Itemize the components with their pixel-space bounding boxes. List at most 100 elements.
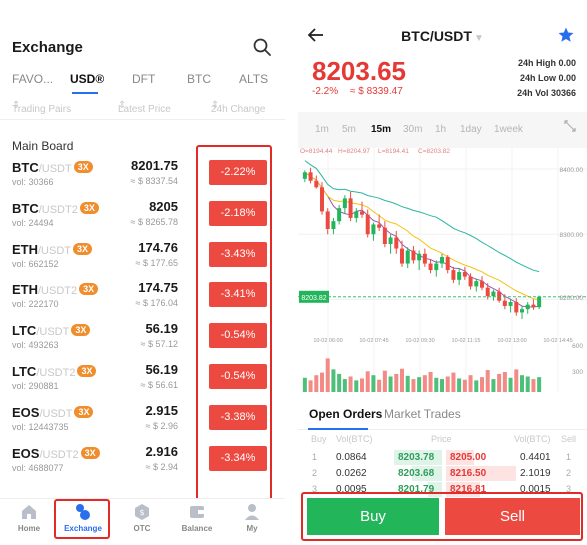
sort-latest-price[interactable]: Latest Price ⇕: [118, 100, 171, 115]
bottom-navigation: Home Exchange $ OTC Balance My: [0, 498, 285, 545]
volume-bar: [337, 373, 342, 392]
tf-1week[interactable]: 1week: [494, 124, 523, 135]
volume-bar: [480, 377, 484, 392]
tf-1day[interactable]: 1day: [460, 124, 482, 135]
volume-bar: [462, 379, 467, 392]
y-axis-label: 8200.00: [560, 295, 584, 302]
candle-body: [451, 270, 456, 280]
y-axis-label: 8300.00: [560, 232, 584, 239]
candle-body: [382, 227, 387, 244]
tf-30m[interactable]: 30m: [403, 124, 422, 135]
candle-body: [348, 198, 353, 218]
candle-body: [405, 250, 410, 264]
latest-price: 56.19: [145, 321, 178, 337]
candle-body: [474, 281, 479, 287]
latest-price: 2.915: [145, 402, 178, 418]
volume-bar: [525, 376, 530, 392]
leverage-badge: 3X: [80, 446, 100, 459]
tab-usd[interactable]: USD®: [70, 72, 104, 86]
x-axis-label: 10-02 09:30: [405, 338, 434, 344]
candle-body: [360, 211, 364, 215]
candle-body: [531, 304, 536, 308]
volume-bar: [411, 379, 416, 392]
pair-name: ETH/USDT2 3X: [12, 282, 99, 297]
volume-bar: [314, 375, 319, 392]
exchange-nav-highlight: [54, 499, 110, 539]
candle-body: [331, 221, 336, 230]
candle-body: [400, 248, 404, 264]
nav-my[interactable]: My: [227, 503, 277, 533]
sort-24h-change[interactable]: 24h Change ⇕: [211, 100, 266, 115]
latest-price: 174.75: [138, 280, 178, 296]
latest-price: 174.76: [138, 239, 178, 255]
candle-body: [411, 250, 416, 261]
tab-favorites[interactable]: FAVO...: [12, 72, 53, 86]
volume-bar: [360, 378, 364, 392]
latest-price: 2.916: [145, 443, 178, 459]
last-price: 8203.65: [312, 56, 406, 86]
candle-body: [314, 180, 319, 188]
section-title: Main Board: [12, 139, 74, 153]
volume-bar: [445, 376, 450, 392]
candle-body: [537, 296, 542, 308]
candle-body: [342, 198, 347, 209]
stat-high: 24h High 0.00: [517, 58, 576, 68]
candle-body: [371, 224, 376, 235]
tf-15m[interactable]: 15m: [371, 124, 391, 135]
nav-balance[interactable]: Balance: [172, 503, 222, 533]
candle-body: [302, 172, 307, 179]
panel-divider: [285, 0, 298, 545]
volume-bar: [377, 379, 382, 392]
candlestick-chart[interactable]: O=8194.44 H=8204.97 L=8194.41 C=8203.82 8203…: [298, 144, 587, 400]
tab-dft[interactable]: DFT: [132, 72, 155, 86]
leverage-badge: 3X: [79, 283, 99, 296]
candle-body: [394, 237, 399, 249]
tf-1m[interactable]: 1m: [315, 124, 329, 135]
tf-1h[interactable]: 1h: [435, 124, 446, 135]
stat-volume: 24h Vol 30366: [517, 88, 576, 98]
fiat-price: ≈ $ 56.61: [140, 380, 178, 390]
candle-body: [417, 253, 422, 261]
pair-volume: vol: 4688077: [12, 462, 64, 473]
volume-bar: [400, 368, 404, 392]
tab-alts[interactable]: ALTS: [239, 72, 268, 86]
pair-selector[interactable]: BTC/USDT ▼: [298, 28, 587, 44]
x-axis-label: 10-02 07:45: [359, 338, 388, 344]
home-icon: [22, 505, 36, 519]
fiat-price: ≈ $ 8265.78: [130, 216, 178, 227]
x-axis-label: 10-02 11:15: [452, 338, 481, 344]
candle-body: [520, 309, 524, 313]
volume-bar: [325, 358, 330, 392]
volume-bar: [537, 377, 542, 392]
tf-5m[interactable]: 5m: [342, 124, 356, 135]
candle-body: [377, 224, 382, 228]
nav-otc[interactable]: $ OTC: [117, 503, 167, 533]
favorite-star-icon[interactable]: [557, 26, 575, 44]
volume-bar: [485, 370, 490, 392]
candle-body: [480, 281, 484, 288]
fiat-price: ≈ $ 8337.54: [130, 176, 178, 186]
tab-open-orders[interactable]: Open Orders: [309, 407, 382, 421]
sort-trading-pairs[interactable]: Trading Pairs ⇕: [12, 100, 71, 115]
candle-body: [508, 302, 513, 306]
candle-body: [514, 302, 519, 313]
tab-market-trades[interactable]: Market Trades: [384, 407, 461, 421]
pair-volume: vol: 662152: [12, 258, 59, 269]
candle-body: [308, 172, 313, 181]
nav-home[interactable]: Home: [4, 503, 54, 533]
pair-volume: vol: 30366: [12, 177, 54, 187]
tab-btc[interactable]: BTC: [187, 72, 211, 86]
candle-body: [428, 263, 433, 271]
fiat-price: ≈ $ 2.96: [145, 420, 178, 431]
volume-bar: [502, 371, 507, 392]
search-icon[interactable]: [252, 37, 272, 57]
volume-bar: [440, 379, 444, 392]
stat-low: 24h Low 0.00: [519, 73, 576, 83]
timeframe-bar: 1m 5m 15m 30m 1h 1day 1week: [298, 112, 587, 148]
fullscreen-icon[interactable]: [564, 120, 576, 132]
y-axis-label: 8400.00: [560, 167, 584, 174]
volume-bar: [474, 380, 479, 392]
candle-body: [365, 214, 370, 235]
x-axis-label: 10-02 06:00: [313, 338, 342, 344]
caret-down-icon: ▼: [473, 33, 484, 44]
